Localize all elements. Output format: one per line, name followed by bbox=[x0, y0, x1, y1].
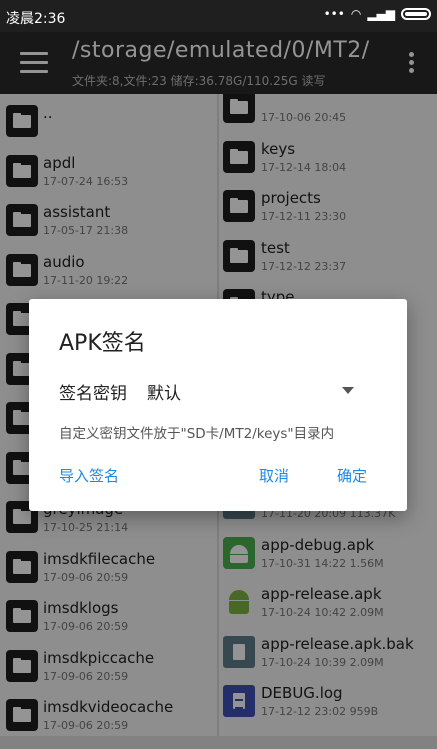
apk-sign-dialog: APK签名 签名密钥 默认 自定义密钥文件放于"SD卡/MT2/keys"目录内… bbox=[29, 299, 407, 511]
cancel-button[interactable]: 取消 bbox=[259, 465, 289, 486]
cell-signal-icon: ▂▄▆ bbox=[367, 7, 395, 21]
signing-key-select[interactable]: 默认 bbox=[147, 379, 181, 404]
dialog-hint: 自定义密钥文件放于"SD卡/MT2/keys"目录内 bbox=[59, 426, 335, 442]
more-signal-icon: ••• bbox=[323, 7, 345, 21]
status-icons: ••• ◠ ▂▄▆ bbox=[324, 7, 431, 21]
status-bar: 凌晨2:36 ••• ◠ ▂▄▆ bbox=[0, 0, 437, 32]
wifi-icon: ◠ bbox=[350, 7, 362, 21]
ok-button[interactable]: 确定 bbox=[337, 465, 367, 486]
battery-icon bbox=[401, 8, 431, 20]
dropdown-arrow-icon[interactable] bbox=[339, 385, 357, 397]
dialog-title: APK签名 bbox=[59, 331, 146, 356]
import-signature-button[interactable]: 导入签名 bbox=[59, 465, 119, 486]
status-time: 凌晨2:36 bbox=[6, 11, 66, 27]
signing-key-label: 签名密钥 bbox=[59, 384, 127, 404]
